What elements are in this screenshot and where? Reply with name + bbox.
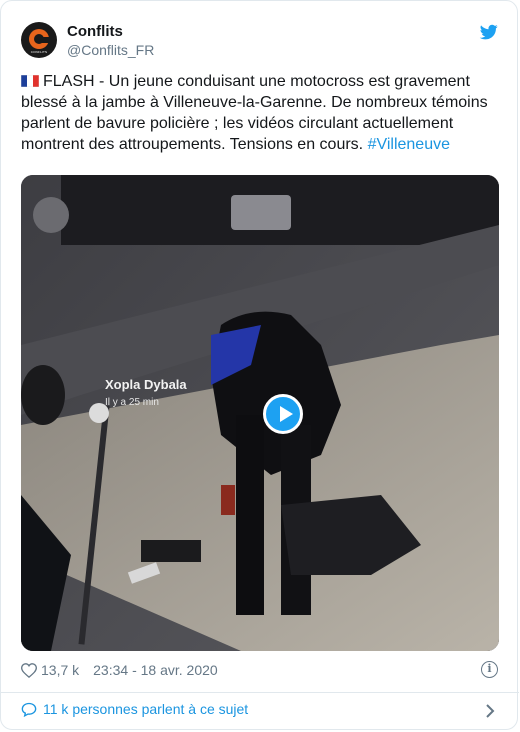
video-overlay-username: Xopla Dybala <box>105 377 187 392</box>
hashtag-link[interactable]: #Villeneuve <box>368 136 450 153</box>
author-handle[interactable]: @Conflits_FR <box>67 42 154 58</box>
info-icon[interactable]: i <box>481 661 498 678</box>
divider <box>1 692 519 693</box>
play-icon[interactable] <box>263 394 303 434</box>
tweet-timestamp[interactable]: 23:34 - 18 avr. 2020 <box>93 662 218 678</box>
tweet-card[interactable]: CONFLITS Conflits @Conflits_FR FLASH - U… <box>0 0 519 730</box>
heart-icon[interactable] <box>21 662 37 678</box>
tweet-text: FLASH - Un jeune conduisant une motocros… <box>21 71 499 155</box>
author-name[interactable]: Conflits <box>67 23 123 40</box>
author-avatar[interactable]: CONFLITS <box>21 22 57 58</box>
video-overlay-time: Il y a 25 min <box>105 397 159 408</box>
conversation-text[interactable]: 11 k personnes parlent à ce sujet <box>43 701 248 717</box>
chevron-right-icon[interactable] <box>485 704 495 718</box>
conversation-link[interactable]: 11 k personnes parlent à ce sujet <box>21 701 248 717</box>
like-count[interactable]: 13,7 k <box>41 662 79 678</box>
video-frame <box>21 175 499 651</box>
tweet-stats: 13,7 k 23:34 - 18 avr. 2020 <box>21 659 218 681</box>
video-thumbnail[interactable]: Xopla Dybala Il y a 25 min <box>21 175 499 651</box>
france-flag-icon <box>21 75 39 87</box>
avatar-logo-text: CONFLITS <box>30 50 48 54</box>
speech-bubble-icon <box>21 702 37 717</box>
twitter-bird-icon[interactable] <box>479 23 499 41</box>
